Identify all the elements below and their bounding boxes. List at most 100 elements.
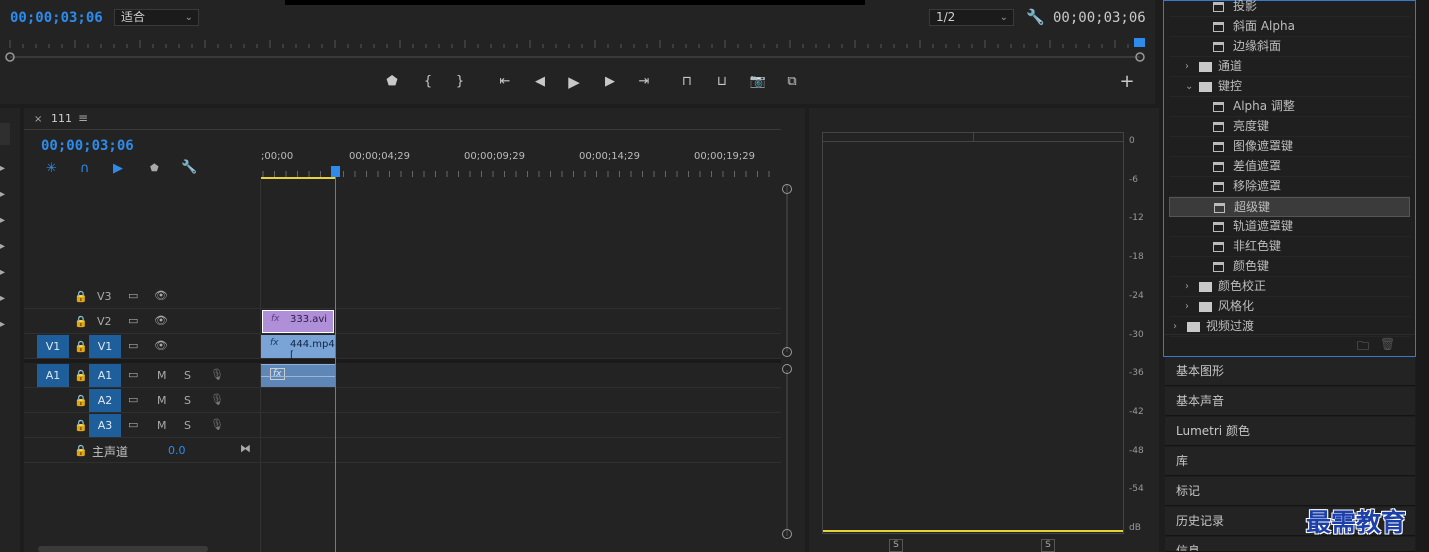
step-back-icon[interactable]: ◀	[530, 72, 550, 92]
selection-tool-icon[interactable]	[0, 123, 10, 145]
sequence-tab[interactable]: 111	[51, 112, 72, 125]
mute-button[interactable]: M	[157, 419, 167, 432]
panel-essential-sound[interactable]: 基本声音	[1165, 387, 1415, 416]
go-to-out-icon[interactable]: ⇥	[634, 72, 654, 92]
panel-libraries[interactable]: 库	[1165, 447, 1415, 476]
horizontal-zoom-bar[interactable]	[38, 546, 208, 552]
panel-info[interactable]: 信息	[1165, 537, 1415, 552]
video-scrollbar[interactable]	[786, 184, 788, 352]
sync-lock-icon[interactable]: ▭	[128, 314, 138, 327]
mute-button[interactable]: M	[157, 369, 167, 382]
mute-button[interactable]: M	[157, 394, 167, 407]
track-target-v1[interactable]: V1	[89, 335, 121, 358]
lock-icon[interactable]: 🔒	[74, 419, 88, 432]
add-marker-icon[interactable]: ▶	[113, 161, 123, 176]
solo-button[interactable]: S	[184, 419, 191, 432]
track-target-a3[interactable]: A3	[89, 414, 121, 437]
monitor-ruler[interactable]	[0, 36, 1155, 66]
mark-in-icon[interactable]: {	[418, 72, 438, 92]
microphone-icon[interactable]: 🎙	[210, 418, 224, 431]
sync-lock-icon[interactable]: ▭	[128, 393, 138, 406]
lock-icon[interactable]: 🔒	[74, 369, 88, 382]
add-marker-icon[interactable]: ⬟	[382, 72, 402, 92]
effect-item[interactable]: 颜色键	[1169, 257, 1410, 277]
new-bin-icon[interactable]: 🗀	[1357, 337, 1369, 358]
chevron-right-icon[interactable]: ›	[1185, 297, 1189, 316]
add-button-icon[interactable]: +	[1117, 72, 1137, 92]
lock-icon[interactable]: 🔒	[74, 444, 88, 457]
lock-icon[interactable]: 🔒	[74, 290, 88, 303]
clip-333-avi[interactable]: fx 333.avi	[262, 310, 334, 333]
panel-essential-graphics[interactable]: 基本图形	[1165, 357, 1415, 386]
eye-icon[interactable]: 👁	[154, 339, 168, 352]
effect-item[interactable]: 边缘斜面	[1169, 37, 1410, 57]
trash-icon[interactable]: 🗑	[1380, 337, 1395, 351]
solo-right-button[interactable]: S	[1041, 539, 1055, 552]
chevron-right-icon[interactable]: ›	[1185, 277, 1189, 296]
linked-selection-icon[interactable]: ∩	[80, 161, 90, 176]
camera-icon[interactable]: 📷	[748, 72, 768, 92]
chevron-down-icon[interactable]: ⌄	[1185, 77, 1193, 96]
timeline-timecode[interactable]: 00;00;03;06	[41, 138, 134, 154]
solo-button[interactable]: S	[184, 369, 191, 382]
effect-item[interactable]: › 颜色校正	[1169, 277, 1410, 297]
extract-icon[interactable]: ⊔	[712, 72, 732, 92]
effect-item[interactable]: 斜面 Alpha	[1169, 17, 1410, 37]
effect-item[interactable]: ⌄ 键控	[1169, 77, 1410, 97]
eye-icon[interactable]: 👁	[154, 289, 168, 302]
playhead-line[interactable]	[335, 166, 336, 552]
sync-lock-icon[interactable]: ▭	[128, 289, 138, 302]
scroll-handle[interactable]	[782, 364, 792, 374]
source-patch-a1[interactable]: A1	[37, 364, 69, 387]
eye-icon[interactable]: 👁	[154, 314, 168, 327]
resolution-select[interactable]: 1/2 ⌄	[929, 9, 1014, 26]
lock-icon[interactable]: 🔒	[74, 340, 88, 353]
effect-item[interactable]: 亮度键	[1169, 117, 1410, 137]
go-to-next-edit-icon[interactable]: ⧓	[240, 442, 251, 455]
clip-444-mp4[interactable]: fx 444.mp4 [	[261, 335, 335, 361]
fit-select[interactable]: 适合 ⌄	[114, 9, 199, 26]
chevron-right-icon[interactable]: ›	[1185, 57, 1189, 76]
menu-icon[interactable]: ≡	[78, 111, 88, 125]
lift-icon[interactable]: ⊓	[677, 72, 697, 92]
master-volume[interactable]: 0.0	[168, 444, 186, 457]
mark-out-icon[interactable]: }	[450, 72, 470, 92]
compare-view-icon[interactable]: ⧉	[782, 72, 802, 92]
panel-lumetri-color[interactable]: Lumetri 颜色	[1165, 417, 1415, 446]
microphone-icon[interactable]: 🎙	[210, 393, 224, 406]
scroll-handle[interactable]	[782, 529, 792, 539]
solo-button[interactable]: S	[184, 394, 191, 407]
step-forward-icon[interactable]: ▶	[600, 72, 620, 92]
source-patch-v1[interactable]: V1	[37, 335, 69, 358]
close-icon[interactable]: ×	[34, 114, 42, 125]
panel-markers[interactable]: 标记	[1165, 477, 1415, 506]
effect-item[interactable]: Alpha 调整	[1169, 97, 1410, 117]
wrench-icon[interactable]: 🔧	[1026, 8, 1045, 26]
scroll-handle[interactable]	[782, 184, 792, 194]
sync-lock-icon[interactable]: ▭	[128, 368, 138, 381]
snap-icon[interactable]: ✳	[46, 161, 57, 176]
lock-icon[interactable]: 🔒	[74, 394, 88, 407]
playhead-timecode[interactable]: 00;00;03;06	[10, 10, 103, 26]
effect-item[interactable]: 图像遮罩键	[1169, 137, 1410, 157]
wrench-icon[interactable]: 🔧	[181, 160, 197, 175]
lock-icon[interactable]: 🔒	[74, 315, 88, 328]
scroll-handle[interactable]	[782, 347, 792, 357]
microphone-icon[interactable]: 🎙	[210, 368, 224, 381]
go-to-in-icon[interactable]: ⇤	[495, 72, 515, 92]
track-target-a1[interactable]: A1	[89, 364, 121, 387]
effect-item[interactable]: 超级键	[1169, 197, 1410, 217]
audio-clip[interactable]: fx	[261, 364, 335, 387]
solo-left-button[interactable]: S	[889, 539, 903, 552]
effect-item[interactable]: 轨道遮罩键	[1169, 217, 1410, 237]
effect-item[interactable]: › 通道	[1169, 57, 1410, 77]
track-target-a2[interactable]: A2	[89, 389, 121, 412]
tool-icons[interactable]: ▸ ▸ ▸ ▸ ▸ ▸ ▸	[0, 156, 5, 338]
sync-lock-icon[interactable]: ▭	[128, 339, 138, 352]
marker-icon[interactable]: ⬟	[150, 163, 159, 174]
effect-item[interactable]: 投影	[1169, 0, 1410, 17]
audio-scrollbar[interactable]	[786, 370, 788, 536]
sync-lock-icon[interactable]: ▭	[128, 418, 138, 431]
effect-item[interactable]: 非红色键	[1169, 237, 1410, 257]
play-icon[interactable]: ▶	[564, 72, 584, 92]
